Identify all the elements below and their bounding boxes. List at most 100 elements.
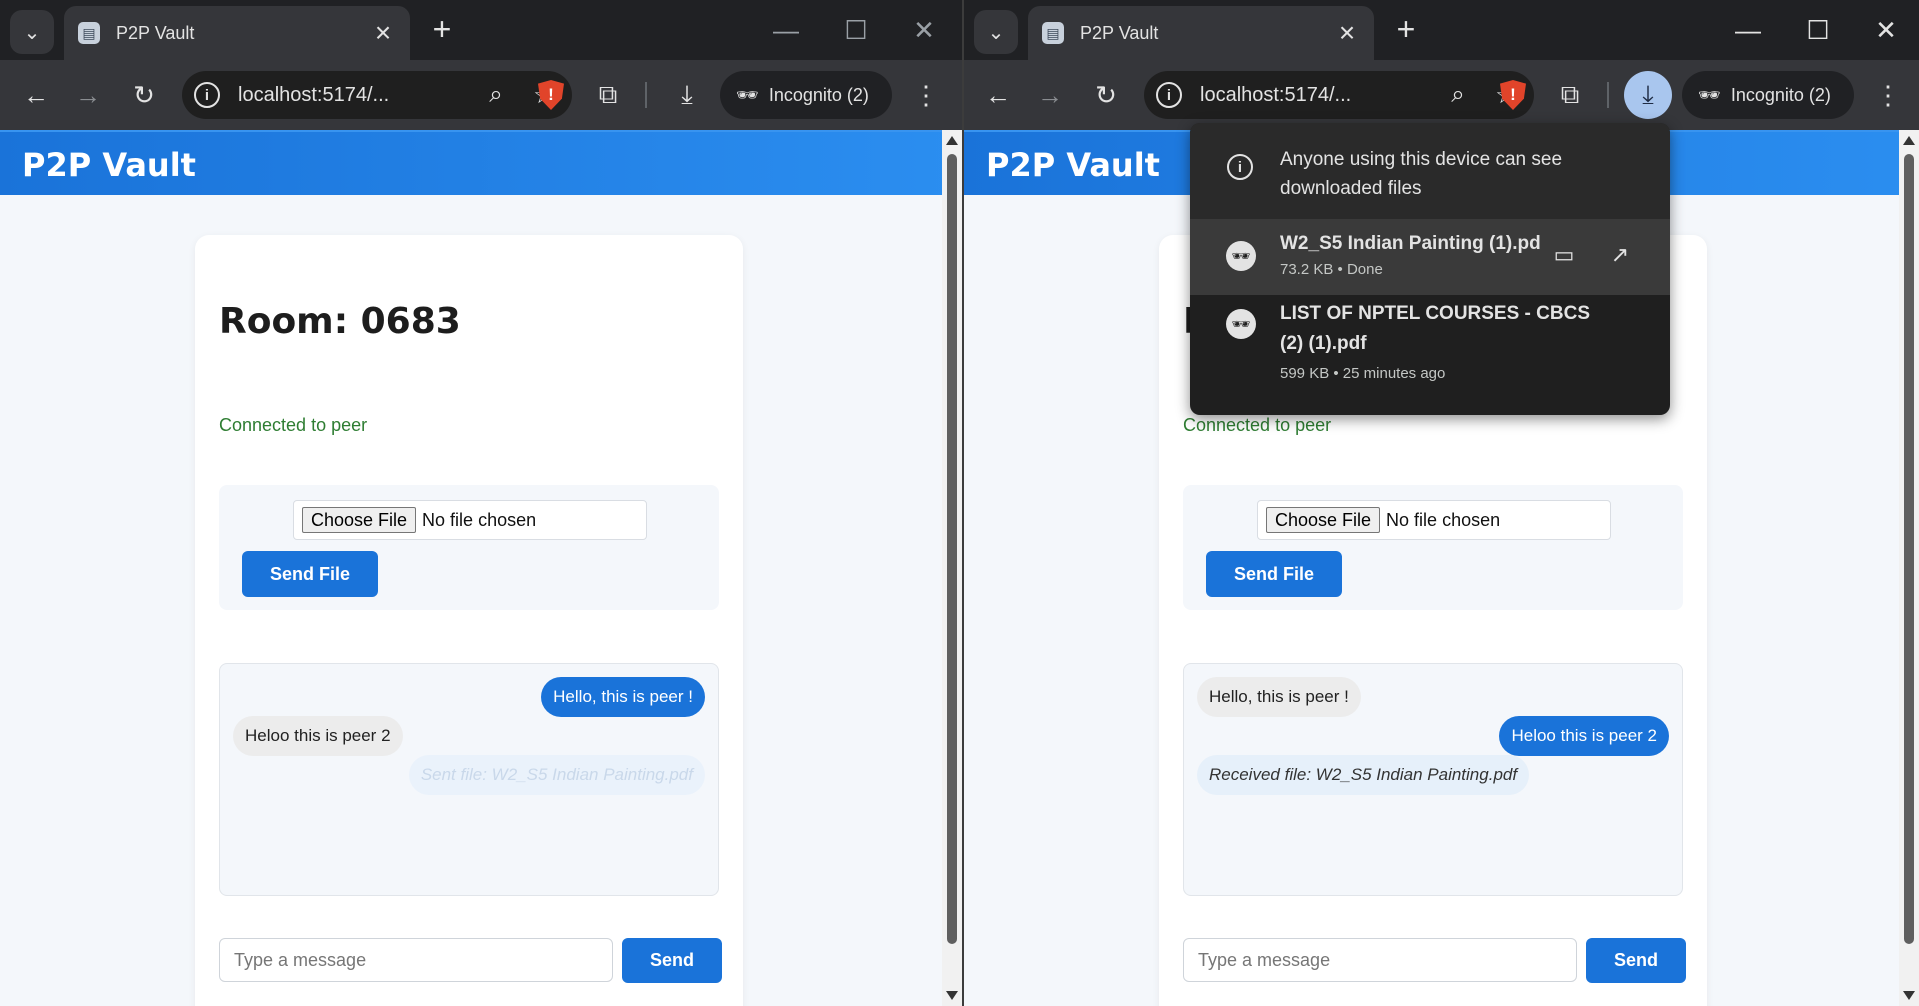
site-info-icon[interactable]: i (1156, 82, 1182, 108)
download-icon[interactable]: ⤓ (1624, 71, 1672, 119)
zoom-icon[interactable]: ⌕ (476, 75, 516, 115)
tab-title: P2P Vault (116, 22, 195, 43)
file-status-text: No file chosen (1386, 509, 1501, 530)
room-title: Room: 0683 (219, 301, 461, 342)
download-meta: 599 KB • 25 minutes ago (1280, 365, 1446, 382)
page-viewport: P2P Vault Room: 0683 Connected to peer C… (0, 130, 962, 1006)
file-received-notice: Received file: W2_S5 Indian Painting.pdf (1197, 755, 1530, 795)
file-send-panel: Choose File No file chosen Send File (219, 485, 719, 610)
tab-p2p-vault[interactable]: ▤ P2P Vault × (64, 6, 410, 60)
chevron-down-icon: ⌄ (23, 21, 41, 44)
page-favicon-icon: ▤ (78, 22, 100, 44)
maximize-button[interactable]: ☐ (1798, 12, 1838, 48)
tab-p2p-vault[interactable]: ▤ P2P Vault × (1028, 6, 1374, 60)
send-file-button[interactable]: Send File (242, 551, 378, 597)
new-tab-button[interactable]: + (426, 13, 458, 46)
send-button[interactable]: Send (622, 938, 722, 983)
info-icon: i (1227, 154, 1253, 180)
incognito-button[interactable]: 🕶 Incognito (2) (720, 71, 892, 119)
reload-button[interactable]: ↻ (124, 75, 164, 115)
download-item[interactable]: 🕶 LIST OF NPTEL COURSES - CBCS (2) (1).p… (1190, 295, 1670, 415)
page-scrollbar[interactable] (1899, 130, 1919, 1006)
minimize-button[interactable]: — (1728, 12, 1768, 48)
maximize-button[interactable]: ☐ (836, 12, 876, 48)
download-icon[interactable]: ⤓ (667, 75, 707, 115)
message-bubble-sent: Hello, this is peer ! (541, 677, 705, 717)
url-text: localhost:5174/... (1200, 83, 1352, 106)
incognito-file-icon: 🕶 (1226, 241, 1256, 271)
reload-button[interactable]: ↻ (1086, 75, 1126, 115)
incognito-file-icon: 🕶 (1226, 309, 1256, 339)
menu-kebab-icon[interactable]: ⋮ (1868, 75, 1908, 115)
file-send-panel: Choose File No file chosen Send File (1183, 485, 1683, 610)
desktop-screen: ⌄ ▤ P2P Vault × + — ☐ ✕ ← → ↻ i localhos… (0, 0, 1919, 1006)
tab-title: P2P Vault (1080, 22, 1159, 43)
downloads-notice: i Anyone using this device can see downl… (1190, 123, 1670, 219)
send-file-button[interactable]: Send File (1206, 551, 1342, 597)
app-title: P2P Vault (22, 146, 196, 184)
scroll-up-arrow-icon[interactable] (1903, 136, 1915, 145)
incognito-label: Incognito (2) (1730, 84, 1831, 105)
tab-strip: ⌄ ▤ P2P Vault × + — ☐ ✕ (964, 0, 1919, 60)
extensions-icon[interactable]: ⧉ (588, 75, 628, 115)
extensions-icon[interactable]: ⧉ (1550, 75, 1590, 115)
tab-search-button[interactable]: ⌄ (974, 10, 1018, 54)
connection-status: Connected to peer (219, 415, 368, 435)
show-in-folder-icon[interactable]: ▭ (1548, 239, 1580, 271)
menu-kebab-icon[interactable]: ⋮ (906, 75, 946, 115)
incognito-icon: 🕶 (1698, 84, 1721, 105)
file-input[interactable]: Choose File No file chosen (293, 500, 647, 540)
file-sent-notice: Sent file: W2_S5 Indian Painting.pdf (408, 755, 705, 795)
downloads-bubble: i Anyone using this device can see downl… (1190, 123, 1670, 415)
toolbar-separator (1607, 82, 1609, 108)
scroll-up-arrow-icon[interactable] (946, 136, 958, 145)
back-button[interactable]: ← (16, 75, 56, 115)
url-text: localhost:5174/... (238, 83, 390, 106)
browser-window-left: ⌄ ▤ P2P Vault × + — ☐ ✕ ← → ↻ i localhos… (0, 0, 962, 1006)
open-external-icon[interactable]: ↗ (1604, 239, 1636, 271)
forward-button[interactable]: → (68, 75, 108, 115)
download-meta: 73.2 KB • Done (1280, 261, 1383, 278)
back-button[interactable]: ← (978, 75, 1018, 115)
scrollbar-thumb[interactable] (947, 154, 957, 944)
chat-log: Hello, this is peer ! Heloo this is peer… (219, 663, 719, 896)
address-bar[interactable]: i localhost:5174/... ⌕ ☆ (1144, 71, 1534, 119)
send-button[interactable]: Send (1586, 938, 1686, 983)
close-tab-icon[interactable]: × (1332, 17, 1362, 48)
page-favicon-icon: ▤ (1042, 22, 1064, 44)
incognito-button[interactable]: 🕶 Incognito (2) (1682, 71, 1854, 119)
tab-search-button[interactable]: ⌄ (10, 10, 54, 54)
close-window-button[interactable]: ✕ (904, 12, 944, 48)
address-bar[interactable]: i localhost:5174/... ⌕ ☆ (182, 71, 572, 119)
message-bubble-received: Heloo this is peer 2 (233, 716, 403, 756)
app-header: P2P Vault (0, 130, 962, 195)
download-filename: LIST OF NPTEL COURSES - CBCS (2) (1).pdf (1280, 303, 1591, 354)
scroll-down-arrow-icon[interactable] (946, 991, 958, 1000)
browser-toolbar: ← → ↻ i localhost:5174/... ⌕ ☆ ! ⧉ ⤓ 🕶 I… (0, 60, 962, 130)
forward-button[interactable]: → (1030, 75, 1070, 115)
page-scrollbar[interactable] (942, 130, 962, 1006)
site-info-icon[interactable]: i (194, 82, 220, 108)
message-bubble-sent: Heloo this is peer 2 (1499, 716, 1669, 756)
close-tab-icon[interactable]: × (368, 17, 398, 48)
close-window-button[interactable]: ✕ (1866, 12, 1906, 48)
room-card: Room: 0683 Connected to peer Choose File… (195, 235, 743, 1006)
choose-file-button[interactable]: Choose File (302, 507, 417, 533)
new-tab-button[interactable]: + (1390, 13, 1422, 46)
file-input[interactable]: Choose File No file chosen (1257, 500, 1611, 540)
minimize-button[interactable]: — (766, 12, 806, 48)
scrollbar-thumb[interactable] (1904, 154, 1914, 944)
tab-strip: ⌄ ▤ P2P Vault × + — ☐ ✕ (0, 0, 962, 60)
message-input[interactable]: Type a message (1183, 938, 1577, 982)
chat-log: Hello, this is peer ! Heloo this is peer… (1183, 663, 1683, 896)
zoom-icon[interactable]: ⌕ (1438, 75, 1478, 115)
downloads-notice-text: Anyone using this device can see downloa… (1280, 149, 1563, 199)
scroll-down-arrow-icon[interactable] (1903, 991, 1915, 1000)
incognito-icon: 🕶 (736, 84, 759, 105)
browser-toolbar: ← → ↻ i localhost:5174/... ⌕ ☆ ! ⧉ ⤓ 🕶 I… (964, 60, 1919, 130)
choose-file-button[interactable]: Choose File (1266, 507, 1381, 533)
toolbar-separator (645, 82, 647, 108)
incognito-label: Incognito (2) (768, 84, 869, 105)
message-input[interactable]: Type a message (219, 938, 613, 982)
download-item[interactable]: 🕶 W2_S5 Indian Painting (1).pd 73.2 KB •… (1190, 219, 1670, 295)
